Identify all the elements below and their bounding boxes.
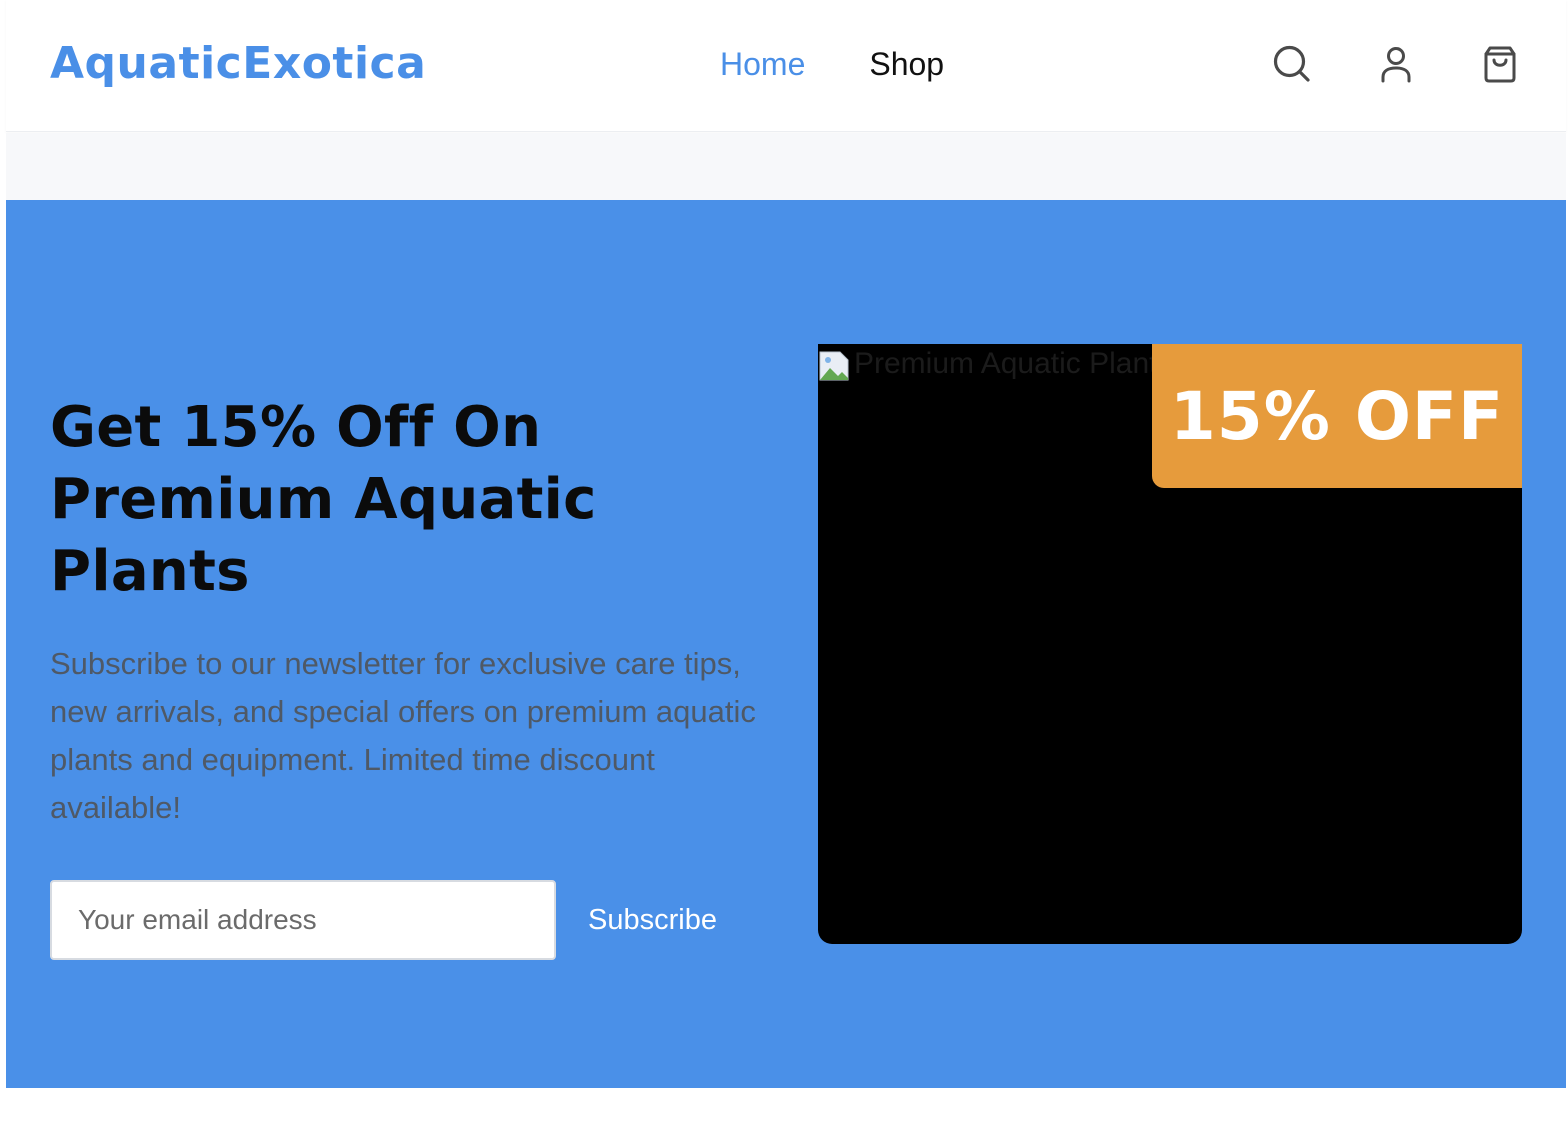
nav-home-link[interactable]: Home [720, 44, 805, 84]
header-spacer [6, 133, 1566, 200]
newsletter-form: Subscribe [50, 880, 717, 960]
search-button[interactable] [1270, 40, 1314, 88]
promo-section: Get 15% Off On Premium Aquatic Plants Su… [6, 200, 1566, 1088]
image-alt-text: Premium Aquatic Plants [854, 347, 1173, 380]
main-nav: Home Shop [720, 44, 944, 84]
broken-image-placeholder: Premium Aquatic Plants [818, 344, 1172, 388]
account-button[interactable] [1374, 40, 1418, 88]
promo-image: Premium Aquatic Plants 15% OFF [818, 344, 1522, 944]
search-icon [1273, 45, 1310, 82]
promo-headline: Get 15% Off On Premium Aquatic Plants [50, 395, 597, 604]
brand-logo[interactable]: AquaticExotica [50, 36, 426, 92]
cart-button[interactable] [1478, 40, 1522, 88]
header-actions [1270, 40, 1522, 88]
promo-description: Subscribe to our newsletter for exclusiv… [50, 646, 756, 825]
nav-shop-link[interactable]: Shop [869, 44, 944, 84]
broken-image-icon [818, 350, 850, 382]
discount-badge: 15% OFF [1152, 344, 1522, 488]
email-input[interactable] [50, 880, 556, 960]
subscribe-button[interactable]: Subscribe [588, 880, 717, 960]
site-header: AquaticExotica Home Shop [6, 0, 1566, 132]
cart-icon [1484, 46, 1516, 83]
page: AquaticExotica Home Shop Get 15% Off On … [6, 0, 1566, 1136]
user-icon [1381, 47, 1411, 83]
discount-badge-label: 15% OFF [1169, 377, 1505, 455]
